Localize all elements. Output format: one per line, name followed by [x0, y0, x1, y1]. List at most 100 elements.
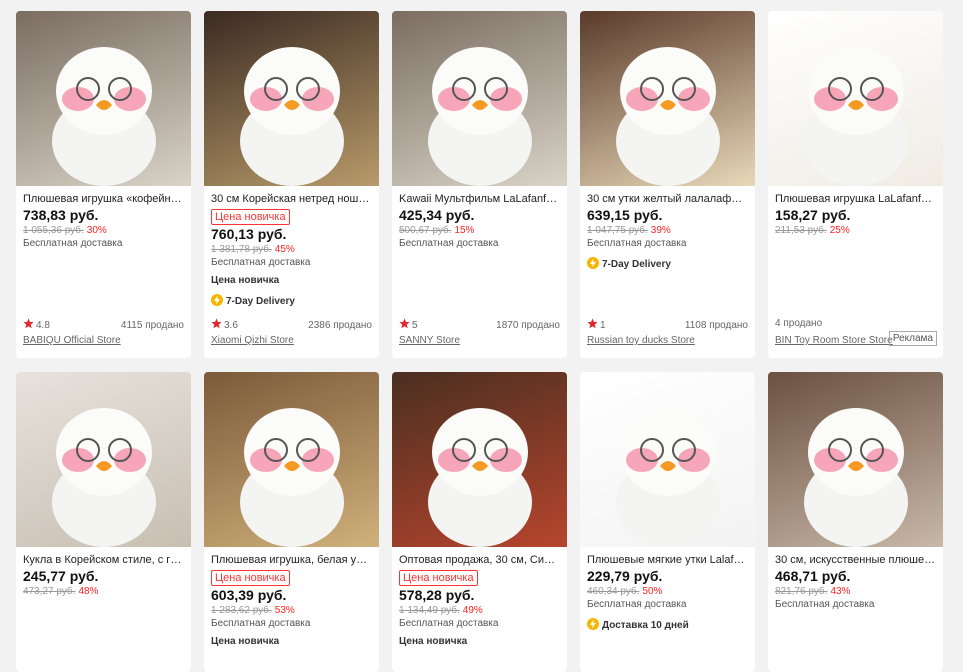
- product-title[interactable]: 30 см Корейская нетред ношени...: [211, 192, 372, 206]
- product-title[interactable]: Плюшевые мягкие утки Lalafanfa...: [587, 553, 748, 567]
- product-title[interactable]: Оптовая продажа, 30 см, Симпат...: [399, 553, 560, 567]
- product-image[interactable]: [16, 11, 191, 186]
- discount-percent: 53%: [274, 605, 295, 616]
- store-link[interactable]: BABIQU Official Store: [23, 335, 121, 346]
- free-shipping-label: Бесплатная доставка: [587, 238, 687, 249]
- store-link[interactable]: BIN Toy Room Store Store: [775, 335, 893, 346]
- product-meta: 4 продано: [775, 318, 936, 329]
- free-shipping-label: Бесплатная доставка: [23, 238, 123, 249]
- rating-value: 3.6: [224, 319, 238, 331]
- free-shipping-label: Бесплатная доставка: [775, 599, 875, 610]
- plush-duck-image: [16, 11, 191, 186]
- plush-duck-image: [392, 372, 567, 547]
- plush-duck-image: [204, 11, 379, 186]
- product-card[interactable]: Плюшевая игрушка, белая утка л... Цена но…: [204, 372, 379, 672]
- product-title[interactable]: 30 см, искусственные плюшевые...: [775, 553, 936, 567]
- discount-percent: 25%: [829, 225, 850, 236]
- product-price: 603,39 руб.: [211, 587, 287, 603]
- product-card[interactable]: Кукла в Корейском стиле, с гиалу...245,7…: [16, 372, 191, 672]
- product-image[interactable]: [204, 372, 379, 547]
- lightning-truck-icon: [211, 294, 223, 309]
- product-card[interactable]: 30 см утки желтый лалалафан Ка...639,15 …: [580, 11, 755, 358]
- product-price: 229,79 руб.: [587, 568, 663, 584]
- rating-value: 5: [412, 319, 418, 331]
- product-title[interactable]: Плюшевая игрушка, белая утка л...: [211, 553, 372, 567]
- plush-duck-image: [768, 372, 943, 547]
- product-card[interactable]: 30 см Корейская нетред ношени... Цена нов…: [204, 11, 379, 358]
- product-price: 639,15 руб.: [587, 207, 663, 223]
- delivery-label: 7-Day Delivery: [226, 296, 295, 307]
- old-price: 460,34 руб.: [587, 586, 640, 597]
- ad-label: Реклама: [888, 331, 937, 346]
- product-price: 738,83 руб.: [23, 207, 99, 223]
- product-meta: 5 1870 продано: [399, 318, 560, 332]
- product-image[interactable]: [204, 11, 379, 186]
- product-card[interactable]: Оптовая продажа, 30 см, Симпат... Цена но…: [392, 372, 567, 672]
- sold-count: 1108 продано: [684, 319, 748, 331]
- newcomer-price-badge: Цена новичка: [211, 209, 290, 225]
- delivery-badge: 7-Day Delivery: [211, 294, 372, 309]
- product-image[interactable]: [580, 11, 755, 186]
- discount-percent: 39%: [650, 225, 671, 236]
- store-link[interactable]: SANNY Store: [399, 335, 460, 346]
- store-link[interactable]: Xiaomi Qizhi Store: [211, 335, 294, 346]
- rating-value: 4.8: [36, 319, 50, 331]
- free-shipping-label: Бесплатная доставка: [399, 238, 499, 249]
- free-shipping-label: Бесплатная доставка: [211, 257, 311, 268]
- lightning-truck-icon: [587, 257, 599, 272]
- discount-percent: 50%: [642, 586, 663, 597]
- old-price: 1 055,36 руб.: [23, 225, 84, 236]
- discount-percent: 30%: [86, 225, 107, 236]
- product-title[interactable]: 30 см утки желтый лалалафан Ка...: [587, 192, 748, 206]
- product-card[interactable]: Плюшевая игрушка LaLafanfan в ...158,27 …: [768, 11, 943, 358]
- product-card[interactable]: 30 см, искусственные плюшевые... 468,71 р…: [768, 372, 943, 672]
- plush-duck-image: [16, 372, 191, 547]
- newcomer-price-badge: Цена новичка: [211, 570, 290, 586]
- newcomer-price-tag: Цена новичка: [211, 636, 280, 647]
- free-shipping-label: Бесплатная доставка: [587, 599, 687, 610]
- free-shipping-label: Бесплатная доставка: [399, 618, 499, 629]
- product-title[interactable]: Плюшевая игрушка LaLafanfan в ...: [775, 192, 936, 206]
- product-card[interactable]: Kawaii Мультфильм LaLafanfan 3... 425,34 …: [392, 11, 567, 358]
- star-icon: [211, 318, 222, 332]
- product-price: 158,27 руб.: [775, 207, 851, 223]
- free-shipping-label: Бесплатная доставка: [211, 618, 311, 629]
- product-image[interactable]: [768, 11, 943, 186]
- old-price: 821,76 руб.: [775, 586, 828, 597]
- product-price: 245,77 руб.: [23, 568, 99, 584]
- discount-percent: 15%: [454, 225, 475, 236]
- product-price: 760,13 руб.: [211, 226, 287, 242]
- product-image[interactable]: [392, 372, 567, 547]
- delivery-label: Доставка 10 дней: [602, 620, 689, 631]
- delivery-badge: Доставка 10 дней: [587, 618, 748, 633]
- delivery-badge: 7-Day Delivery: [587, 257, 748, 272]
- old-price: 473,27 руб.: [23, 586, 76, 597]
- old-price: 211,53 руб.: [775, 225, 827, 236]
- store-link[interactable]: Russian toy ducks Store: [587, 335, 695, 346]
- product-price: 425,34 руб.: [399, 207, 475, 223]
- sold-count: 4115 продано: [120, 319, 184, 331]
- lightning-truck-icon: [587, 618, 599, 633]
- product-title[interactable]: Kawaii Мультфильм LaLafanfan 3...: [399, 192, 560, 206]
- product-image[interactable]: [392, 11, 567, 186]
- sold-count: 1870 продано: [496, 319, 560, 331]
- discount-percent: 49%: [462, 605, 483, 616]
- product-card[interactable]: Плюшевая игрушка «кофейная ж...738,83 ру…: [16, 11, 191, 358]
- product-meta: 3.6 2386 продано: [211, 318, 372, 332]
- plush-duck-image: [580, 372, 755, 547]
- sold-count: 4 продано: [775, 318, 823, 329]
- product-title[interactable]: Плюшевая игрушка «кофейная ж...: [23, 192, 184, 206]
- plush-duck-image: [392, 11, 567, 186]
- product-image[interactable]: [16, 372, 191, 547]
- product-image[interactable]: [580, 372, 755, 547]
- star-icon: [399, 318, 410, 332]
- product-card[interactable]: Плюшевые мягкие утки Lalafanfa... 229,79 …: [580, 372, 755, 672]
- plush-duck-image: [580, 11, 755, 186]
- sold-count: 2386 продано: [308, 319, 372, 331]
- star-icon: [23, 318, 34, 332]
- product-title[interactable]: Кукла в Корейском стиле, с гиалу...: [23, 553, 184, 567]
- product-image[interactable]: [768, 372, 943, 547]
- discount-percent: 48%: [78, 586, 99, 597]
- product-grid: Плюшевая игрушка «кофейная ж...738,83 ру…: [16, 11, 943, 672]
- product-price: 468,71 руб.: [775, 568, 851, 584]
